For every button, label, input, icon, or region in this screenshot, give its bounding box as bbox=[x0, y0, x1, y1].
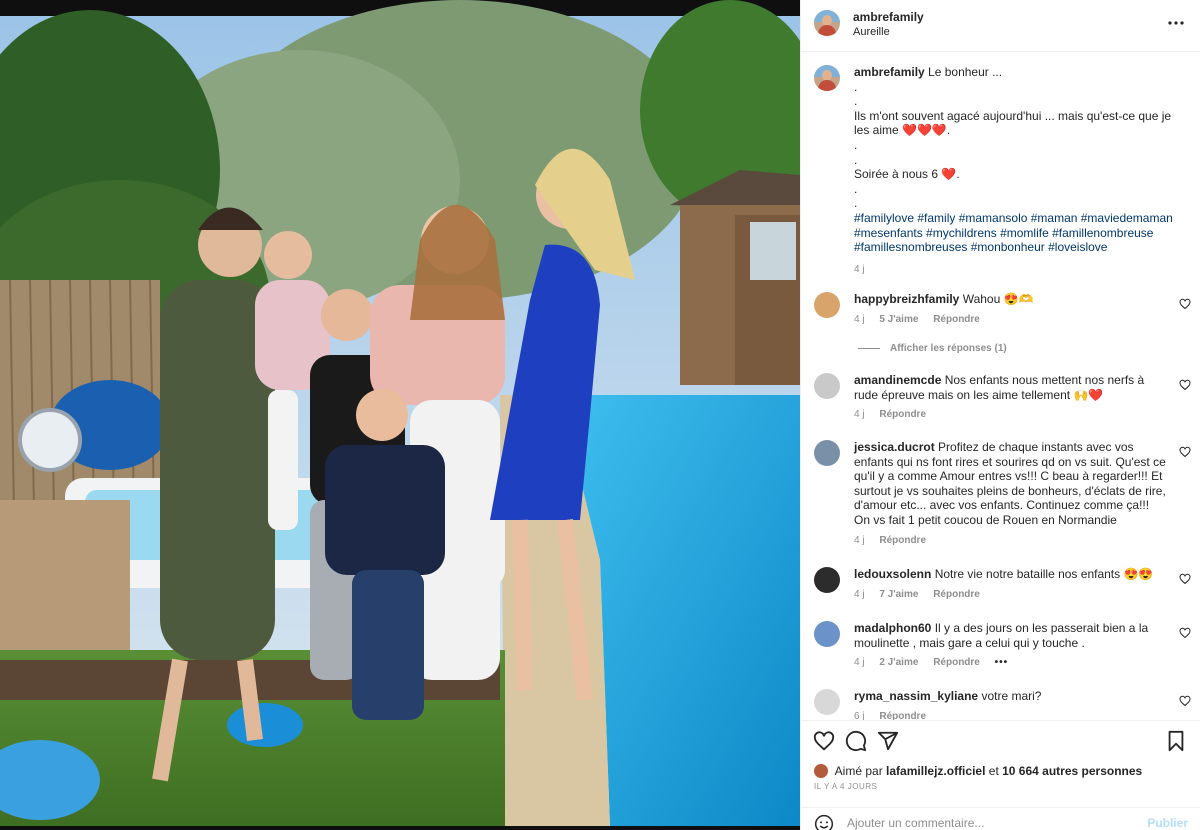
caption-line: . bbox=[854, 196, 858, 211]
post-header: ambrefamily Aureille bbox=[801, 0, 1200, 52]
caption-avatar[interactable] bbox=[814, 65, 840, 91]
reply-button[interactable]: Répondre bbox=[879, 711, 926, 720]
comment-time: 4 j bbox=[854, 313, 865, 325]
reply-button[interactable]: Répondre bbox=[933, 314, 980, 325]
caption-line: . bbox=[854, 79, 858, 94]
heart-icon[interactable] bbox=[813, 730, 835, 752]
emoji-icon[interactable] bbox=[814, 814, 834, 830]
publish-button[interactable]: Publier bbox=[1147, 816, 1188, 830]
comment-likes[interactable]: 2 J'aime bbox=[879, 657, 918, 668]
comment-icon[interactable] bbox=[845, 730, 867, 752]
comment-text: votre mari? bbox=[981, 689, 1042, 703]
caption-line: . bbox=[854, 152, 858, 167]
comment-username[interactable]: amandinemcde bbox=[854, 373, 941, 387]
post-side-panel: ambrefamily Aureille ambrefamily Le bonh… bbox=[800, 0, 1200, 830]
commenter-avatar[interactable] bbox=[814, 689, 840, 715]
add-comment-bar: Publier bbox=[801, 807, 1200, 830]
liker-avatar bbox=[814, 764, 828, 778]
comment-username[interactable]: madalphon60 bbox=[854, 621, 931, 635]
author-username[interactable]: ambrefamily bbox=[853, 10, 924, 24]
commenter-avatar[interactable] bbox=[814, 567, 840, 593]
reply-button[interactable]: Répondre bbox=[933, 657, 980, 668]
caption-line: . bbox=[854, 94, 858, 109]
likes-prefix: Aimé par bbox=[834, 764, 883, 778]
caption-username[interactable]: ambrefamily bbox=[854, 65, 925, 79]
comment-likes[interactable]: 7 J'aime bbox=[879, 589, 918, 600]
reply-button[interactable]: Répondre bbox=[879, 535, 926, 546]
like-comment-icon[interactable] bbox=[1179, 298, 1191, 310]
liker-username[interactable]: lafamillejz.officiel bbox=[886, 764, 985, 778]
like-comment-icon[interactable] bbox=[1179, 695, 1191, 707]
comments-list[interactable]: ambrefamily Le bonheur ... . . Ils m'ont… bbox=[801, 53, 1200, 720]
comment-input[interactable] bbox=[847, 816, 1137, 830]
comment-more-button[interactable]: ••• bbox=[995, 657, 1009, 668]
comment-likes[interactable]: 5 J'aime bbox=[879, 314, 918, 325]
comment-time: 4 j bbox=[854, 657, 865, 669]
post-location[interactable]: Aureille bbox=[853, 26, 890, 38]
more-options-icon[interactable] bbox=[1167, 14, 1185, 32]
caption-hashtags[interactable]: #familylove #family #mamansolo #maman #m… bbox=[854, 211, 1184, 255]
caption-line: Le bonheur ... bbox=[928, 65, 1003, 79]
like-comment-icon[interactable] bbox=[1179, 627, 1191, 639]
likes-summary[interactable]: Aimé par lafamillejz.officiel et 10 664 … bbox=[814, 764, 1142, 778]
commenter-avatar[interactable] bbox=[814, 621, 840, 647]
comment-username[interactable]: jessica.ducrot bbox=[854, 440, 935, 454]
more-icon bbox=[1168, 21, 1184, 25]
caption-line: . bbox=[854, 181, 858, 196]
likes-and: et bbox=[988, 764, 999, 778]
post-actions: Aimé par lafamillejz.officiel et 10 664 … bbox=[801, 720, 1200, 830]
like-comment-icon[interactable] bbox=[1179, 573, 1191, 585]
post-caption: ambrefamily Le bonheur ... . . Ils m'ont… bbox=[854, 65, 1184, 277]
comment-text: Wahou 😍🫶 bbox=[962, 292, 1034, 306]
post-photo[interactable] bbox=[0, 0, 800, 830]
view-replies-label: Afficher les réponses (1) bbox=[890, 343, 1007, 354]
caption-line: . bbox=[854, 137, 858, 152]
share-icon[interactable] bbox=[877, 730, 899, 752]
post-date: IL Y A 4 JOURS bbox=[814, 782, 878, 791]
commenter-avatar[interactable] bbox=[814, 292, 840, 318]
reply-button[interactable]: Répondre bbox=[879, 409, 926, 420]
caption-line: Soirée à nous 6 ❤️. bbox=[854, 167, 960, 182]
caption-time: 4 j bbox=[854, 263, 865, 275]
comment-time: 4 j bbox=[854, 588, 865, 600]
caption-line: Ils m'ont souvent agacé aujourd'hui ... … bbox=[854, 108, 1172, 138]
comment-text: Notre vie notre bataille nos enfants 😍😍 bbox=[934, 567, 1154, 581]
like-comment-icon[interactable] bbox=[1179, 446, 1191, 458]
likes-others[interactable]: 10 664 autres personnes bbox=[1002, 764, 1142, 778]
comment-time: 4 j bbox=[854, 409, 865, 421]
comment-time: 6 j bbox=[854, 710, 865, 720]
comment-username[interactable]: ledouxsolenn bbox=[854, 567, 931, 581]
family-pool-photo bbox=[0, 0, 800, 830]
commenter-avatar[interactable] bbox=[814, 440, 840, 466]
view-replies-button[interactable]: Afficher les réponses (1) bbox=[858, 343, 1007, 354]
bookmark-icon[interactable] bbox=[1165, 730, 1187, 752]
comment-username[interactable]: ryma_nassim_kyliane bbox=[854, 689, 978, 703]
author-avatar[interactable] bbox=[814, 10, 840, 36]
comment-time: 4 j bbox=[854, 534, 865, 546]
reply-button[interactable]: Répondre bbox=[933, 589, 980, 600]
commenter-avatar[interactable] bbox=[814, 373, 840, 399]
comment-username[interactable]: happybreizhfamily bbox=[854, 292, 959, 306]
like-comment-icon[interactable] bbox=[1179, 379, 1191, 391]
